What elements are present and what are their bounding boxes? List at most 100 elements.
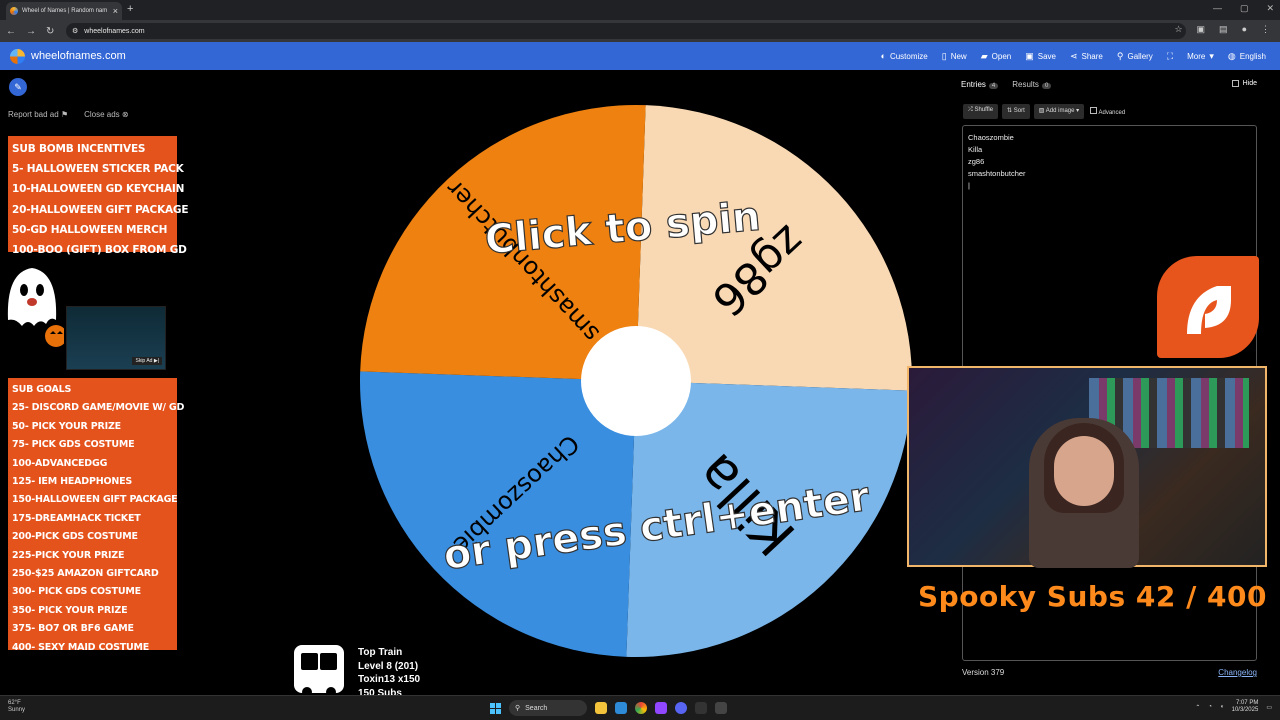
app-icon[interactable]: [655, 702, 667, 714]
fullscreen-button[interactable]: ⛶: [1167, 51, 1173, 62]
save-button[interactable]: ▣ Save: [1025, 51, 1056, 62]
skip-ad-button[interactable]: Skip Ad ▶|: [132, 357, 162, 365]
save-icon: ▣: [1025, 50, 1034, 61]
shuffle-button[interactable]: ⤮ Shuffle: [963, 104, 999, 119]
add-image-button[interactable]: ▨ Add image ▾: [1033, 104, 1085, 119]
panel-row: 50- PICK YOUR PRIZE: [12, 420, 121, 432]
entries-tabs: Entries 4 Results 0: [961, 80, 1052, 89]
panel-row: 150-HALLOWEEN GIFT PACKAGE: [12, 494, 178, 506]
forward-icon[interactable]: →: [26, 26, 36, 37]
tray-chevron-icon[interactable]: ⌃: [1195, 704, 1200, 711]
app-icon[interactable]: [715, 702, 727, 714]
share-button[interactable]: ⋖ Share: [1070, 51, 1103, 62]
taskbar-search[interactable]: ⚲ Search: [509, 700, 587, 716]
ghost-mascot-icon: [7, 268, 64, 347]
back-icon[interactable]: ←: [6, 26, 16, 37]
customize-button[interactable]: ◐ Customize: [881, 51, 928, 61]
window-controls: — ▢ ✕: [1213, 3, 1274, 14]
sidepanel-icon[interactable]: ▤: [1219, 24, 1228, 35]
sort-button[interactable]: ⇅ Sort: [1002, 104, 1030, 119]
system-tray: ⌃ ◔ ◖ 7:07 PM 10/3/2025 ▭: [1195, 700, 1272, 714]
changelog-link[interactable]: Changelog: [1218, 668, 1257, 677]
panel-row: 375- BO7 OR BF6 GAME: [12, 623, 134, 635]
panel-row: 75- PICK GDS COSTUME: [12, 439, 135, 451]
chrome-icon[interactable]: [635, 702, 647, 714]
site-info-icon[interactable]: ⚙: [72, 27, 78, 35]
close-window-icon[interactable]: ✕: [1266, 3, 1274, 14]
entry-line: Killa: [968, 145, 983, 154]
train-title: Top Train: [358, 647, 403, 658]
panel-row: 25- DISCORD GAME/MOVIE W/ GD: [12, 402, 185, 414]
open-button[interactable]: ▰ Open: [981, 51, 1012, 62]
hide-toggle[interactable]: Hide: [1231, 80, 1257, 87]
tab-entries[interactable]: Entries 4: [961, 80, 999, 89]
bookmark-star-icon[interactable]: ☆: [1174, 24, 1182, 35]
close-tab-icon[interactable]: ×: [113, 6, 118, 16]
panel-row: 125- IEM HEADPHONES: [12, 476, 133, 488]
maximize-icon[interactable]: ▢: [1240, 3, 1249, 14]
ad-controls: Report bad ad ⚑ Close ads ⊗: [8, 110, 129, 119]
ad-video[interactable]: Skip Ad ▶|: [66, 306, 166, 370]
extensions-icon[interactable]: ▣: [1197, 24, 1206, 35]
more-button[interactable]: More ▾: [1187, 51, 1214, 62]
language-button[interactable]: ◍ English: [1228, 51, 1266, 62]
reload-icon[interactable]: ↻: [46, 26, 54, 37]
browser-tab-strip: Wheel of Names | Random nam × + — ▢ ✕: [0, 0, 1280, 20]
clock-time: 7:07 PM: [1235, 700, 1259, 706]
leaf-logo-icon: [1187, 286, 1231, 334]
tab-results[interactable]: Results 0: [1012, 80, 1052, 89]
clock[interactable]: 7:07 PM 10/3/2025: [1232, 700, 1259, 714]
hide-checkbox[interactable]: [1231, 80, 1239, 87]
browser-actions: ☆ ▣ ▤ ● ⋮: [1174, 24, 1270, 35]
search-icon: ⚲: [1116, 50, 1124, 61]
advanced-toggle[interactable]: Advanced: [1088, 104, 1127, 119]
skip-ad-label: Skip Ad: [135, 358, 153, 364]
new-button[interactable]: ▯ New: [942, 51, 967, 62]
url-field[interactable]: ⚙ wheelofnames.com: [66, 23, 1186, 39]
entry-line: zg86: [968, 157, 985, 166]
gallery-button[interactable]: ⚲ Gallery: [1117, 51, 1153, 62]
brand[interactable]: wheelofnames.com: [0, 48, 126, 64]
sub-bomb-panel: SUB BOMB INCENTIVES 5- HALLOWEEN STICKER…: [8, 136, 189, 256]
report-ad-link[interactable]: Report bad ad ⚑: [8, 110, 68, 119]
name-wheel[interactable]: zg86KillaChaoszombiesmashtonbutcher Clic…: [358, 103, 914, 659]
panel-row: 200-PICK GDS COSTUME: [12, 531, 138, 543]
panel-row: 100-BOO (GIFT) BOX FROM GD: [12, 244, 187, 257]
app-icon[interactable]: [695, 702, 707, 714]
volume-icon[interactable]: ◖: [1220, 704, 1224, 710]
more-label: More: [1187, 51, 1206, 61]
entry-line: smashtonbutcher: [968, 169, 1026, 178]
minimize-icon[interactable]: —: [1213, 3, 1222, 14]
open-label: Open: [991, 51, 1012, 61]
site-favicon-icon: [10, 7, 18, 15]
site-navbar: wheelofnames.com ◐ Customize ▯ New ▰ Open ▣…: [0, 42, 1280, 70]
edit-pencil-button[interactable]: ✎: [9, 78, 27, 96]
taskbar-apps: ⚲ Search: [490, 700, 727, 716]
nav-menu: ◐ Customize ▯ New ▰ Open ▣ Save ⋖ Share ⚲ Gall…: [881, 42, 1266, 70]
close-circle-icon: ⊗: [121, 110, 129, 119]
file-icon: ▯: [941, 50, 947, 61]
entries-count-badge: 4: [988, 83, 999, 89]
weather-widget[interactable]: 62°F Sunny: [8, 700, 25, 714]
profile-icon[interactable]: ●: [1242, 24, 1247, 35]
close-ads-label: Close ads: [84, 110, 120, 119]
panel-row: 250-$25 AMAZON GIFTCARD: [12, 568, 159, 580]
close-ads-link[interactable]: Close ads ⊗: [84, 110, 129, 119]
wheel-center-hub[interactable]: [581, 326, 691, 436]
app-icon[interactable]: [675, 702, 687, 714]
taskbar-search-label: Search: [525, 704, 548, 712]
hype-train-info: Top Train Level 8 (201) Toxin13 x150 150…: [358, 646, 420, 700]
new-tab-icon[interactable]: +: [127, 3, 133, 15]
advanced-checkbox[interactable]: [1090, 107, 1098, 114]
language-label: English: [1239, 51, 1266, 61]
app-icon[interactable]: [615, 702, 627, 714]
windows-start-icon[interactable]: [490, 702, 501, 714]
hide-label: Hide: [1242, 80, 1257, 87]
wifi-icon[interactable]: ◔: [1208, 704, 1212, 710]
url-text: wheelofnames.com: [84, 27, 145, 35]
browser-menu-icon[interactable]: ⋮: [1261, 24, 1270, 35]
notification-icon[interactable]: ▭: [1266, 704, 1272, 711]
flag-icon: ⚑: [60, 110, 69, 119]
explorer-icon[interactable]: [595, 702, 607, 714]
browser-tab[interactable]: Wheel of Names | Random nam ×: [6, 2, 122, 20]
